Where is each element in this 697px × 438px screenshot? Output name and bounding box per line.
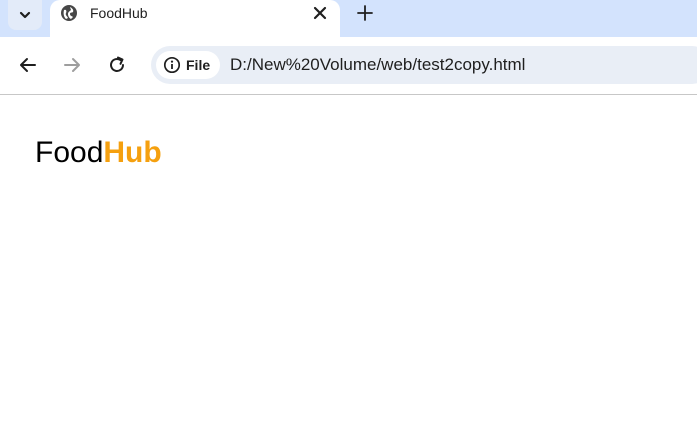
site-info-chip[interactable]: File: [156, 51, 220, 79]
tab-title: FoodHub: [90, 5, 148, 21]
close-icon[interactable]: [312, 5, 328, 21]
new-tab-plus-icon[interactable]: [356, 4, 374, 22]
site-logo[interactable]: FoodHub: [35, 136, 162, 170]
globe-icon: [61, 5, 77, 21]
url-text[interactable]: D:/New%20Volume/web/test2copy.html: [230, 55, 525, 75]
logo-text-hub: Hub: [103, 136, 162, 169]
address-bar[interactable]: File D:/New%20Volume/web/test2copy.html: [151, 46, 697, 84]
info-icon: [163, 56, 181, 74]
logo-text-food: Food: [35, 136, 104, 169]
tab-strip: FoodHub: [0, 0, 697, 37]
browser-toolbar: File D:/New%20Volume/web/test2copy.html: [0, 37, 697, 95]
chip-label: File: [186, 57, 211, 73]
tab-foodhub[interactable]: FoodHub: [50, 0, 340, 37]
forward-arrow-icon[interactable]: [62, 55, 82, 75]
tab-search-button[interactable]: [8, 0, 42, 30]
page-content: FoodHub: [0, 96, 697, 438]
back-arrow-icon[interactable]: [18, 55, 38, 75]
reload-icon[interactable]: [107, 55, 127, 75]
chevron-down-icon: [19, 11, 31, 19]
